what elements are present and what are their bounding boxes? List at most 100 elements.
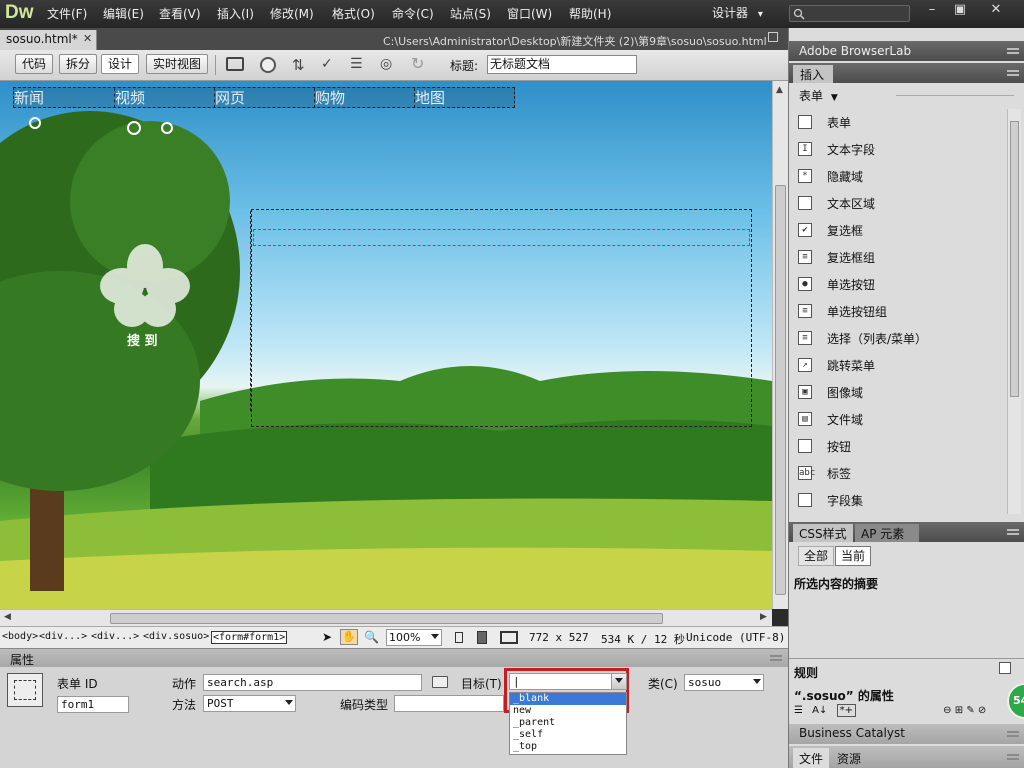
notification-badge[interactable]: 54 xyxy=(1007,683,1024,719)
files-tab[interactable]: 文件 xyxy=(793,748,829,768)
refresh-icon[interactable]: ↻ xyxy=(411,54,424,73)
insert-item[interactable]: ↗ 跳转菜单 xyxy=(789,352,1004,379)
search-input[interactable] xyxy=(789,5,910,22)
all-mode-button[interactable]: 全部 xyxy=(798,546,834,566)
action-input[interactable]: search.asp xyxy=(203,674,422,691)
design-canvas[interactable]: 搜 到 新闻 视频 网页 购物 地图 xyxy=(0,81,772,609)
insert-item[interactable]: 文本区域 xyxy=(789,190,1004,217)
new-rule-icon[interactable]: ⊞ xyxy=(955,705,963,716)
panel-menu-icon[interactable] xyxy=(1007,48,1019,54)
insert-item[interactable]: * 隐藏域 xyxy=(789,163,1004,190)
window-size-text[interactable]: 772 x 527 xyxy=(529,631,589,644)
enctype-select[interactable] xyxy=(394,695,504,712)
insert-scrollbar[interactable] xyxy=(1007,109,1021,514)
close-window-button[interactable]: ✕ xyxy=(982,1,1010,19)
target-option[interactable]: _self xyxy=(510,729,626,741)
tag-selector-item[interactable]: <body> xyxy=(2,631,38,642)
browser-preview-icon[interactable] xyxy=(260,57,276,73)
h-scroll-thumb[interactable] xyxy=(110,613,663,624)
scroll-right-icon[interactable]: ▶ xyxy=(760,612,767,622)
link-icon[interactable]: ⊖ xyxy=(943,705,951,716)
insert-item[interactable]: ● 单选按钮 xyxy=(789,271,1004,298)
insert-item[interactable]: ≡ 复选框组 xyxy=(789,244,1004,271)
insert-tab[interactable]: 插入 xyxy=(793,65,833,83)
insert-scroll-thumb[interactable] xyxy=(1010,121,1019,397)
code-view-button[interactable]: 代码 xyxy=(15,54,54,74)
insert-item[interactable]: ✔ 复选框 xyxy=(789,217,1004,244)
tag-selector-item[interactable]: <div.sosuo> xyxy=(143,631,209,642)
insert-item[interactable]: I 文本字段 xyxy=(789,136,1004,163)
target-option[interactable]: _top xyxy=(510,741,626,753)
nav-link[interactable]: 视频 xyxy=(114,88,214,108)
menu-item[interactable]: 格式(O) xyxy=(332,5,375,22)
ap-elements-tab[interactable]: AP 元素 xyxy=(855,524,919,542)
sort-az-icon[interactable]: A↓ xyxy=(812,705,827,716)
target-select[interactable]: | xyxy=(509,673,627,690)
zoom-select[interactable]: 100% xyxy=(386,629,442,646)
scroll-thumb[interactable] xyxy=(775,185,786,595)
workspace-switcher[interactable]: 设计器 ▾ xyxy=(712,4,763,22)
menu-item[interactable]: 命令(C) xyxy=(392,5,434,22)
panel-menu-icon[interactable] xyxy=(1007,754,1019,760)
hand-tool-icon[interactable]: ✋ xyxy=(340,629,358,645)
tag-selector-item[interactable]: <div...> xyxy=(39,631,87,642)
file-management-icon[interactable]: ⇅ xyxy=(292,56,305,74)
panel-menu-icon[interactable] xyxy=(1007,70,1019,76)
set-properties-icon[interactable]: *+ xyxy=(836,704,856,717)
nav-link[interactable]: 购物 xyxy=(314,88,414,108)
form-id-input[interactable]: form1 xyxy=(57,696,129,713)
split-view-button[interactable]: 拆分 xyxy=(59,54,98,74)
current-mode-button[interactable]: 当前 xyxy=(835,546,871,566)
panel-menu-icon[interactable] xyxy=(1007,731,1019,737)
tablet-size-icon[interactable] xyxy=(477,631,487,644)
window-size-icon[interactable] xyxy=(455,632,463,643)
canvas-vertical-scrollbar[interactable]: ▲ xyxy=(772,81,788,609)
css-styles-tab[interactable]: CSS样式 xyxy=(793,524,853,542)
class-select[interactable]: sosuo xyxy=(684,674,764,691)
live-view-button[interactable]: 实时视图 xyxy=(146,54,209,74)
design-view-button[interactable]: 设计 xyxy=(101,54,140,74)
menu-item[interactable]: 帮助(H) xyxy=(569,5,611,22)
insert-item[interactable]: ▤ 文件域 xyxy=(789,406,1004,433)
menu-item[interactable]: 窗口(W) xyxy=(507,5,552,22)
minimize-button[interactable]: – xyxy=(918,1,946,19)
check-browser-compat-icon[interactable]: ☰ xyxy=(350,56,363,72)
panel-menu-icon[interactable] xyxy=(770,655,782,661)
tag-selector-item[interactable]: <form#form1> xyxy=(211,631,288,644)
w3c-validation-icon[interactable]: ✓ xyxy=(321,56,333,72)
restore-doc-icon[interactable] xyxy=(768,32,778,42)
nav-link[interactable]: 新闻 xyxy=(14,88,114,108)
insert-item[interactable]: 按钮 xyxy=(789,433,1004,460)
nav-link[interactable]: 网页 xyxy=(214,88,314,108)
target-option[interactable]: _blank xyxy=(510,693,626,705)
document-tab[interactable]: sosuo.html* ✕ xyxy=(0,30,97,50)
insert-item[interactable]: ≡ 单选按钮组 xyxy=(789,298,1004,325)
menu-item[interactable]: 修改(M) xyxy=(270,5,314,22)
tag-selector-item[interactable]: <div...> xyxy=(91,631,139,642)
nav-link[interactable]: 地图 xyxy=(414,88,514,108)
insert-item[interactable]: 表单 xyxy=(789,109,1004,136)
pointer-tool-icon[interactable]: ➤ xyxy=(322,630,332,644)
menu-item[interactable]: 编辑(E) xyxy=(103,5,144,22)
title-input[interactable]: 无标题文档 xyxy=(487,55,637,74)
insert-item[interactable]: abc 标签 xyxy=(789,460,1004,487)
browserlab-header[interactable]: Adobe BrowserLab xyxy=(789,41,1024,61)
target-dropdown-button[interactable] xyxy=(611,674,626,689)
rules-toolbar-icon[interactable] xyxy=(999,662,1011,674)
zoom-tool-icon[interactable]: 🔍 xyxy=(364,630,379,644)
category-view-icon[interactable]: ☰ xyxy=(794,705,803,716)
menu-item[interactable]: 文件(F) xyxy=(47,5,87,22)
scroll-up-icon[interactable]: ▲ xyxy=(776,85,783,95)
insert-item[interactable]: ≡ 选择（列表/菜单） xyxy=(789,325,1004,352)
restore-button[interactable]: ▣ xyxy=(946,1,974,19)
desktop-size-icon[interactable] xyxy=(500,631,518,644)
scroll-left-icon[interactable]: ◀ xyxy=(4,612,11,622)
close-icon[interactable]: ✕ xyxy=(83,32,92,45)
target-option[interactable]: _parent xyxy=(510,717,626,729)
menu-item[interactable]: 查看(V) xyxy=(159,5,201,22)
visual-aids-icon[interactable]: ◎ xyxy=(380,56,392,72)
insert-item[interactable]: 字段集 xyxy=(789,487,1004,514)
delete-rule-icon[interactable]: ⊘ xyxy=(978,705,986,716)
target-option[interactable]: new xyxy=(510,705,626,717)
multiscreen-icon[interactable] xyxy=(226,57,244,71)
